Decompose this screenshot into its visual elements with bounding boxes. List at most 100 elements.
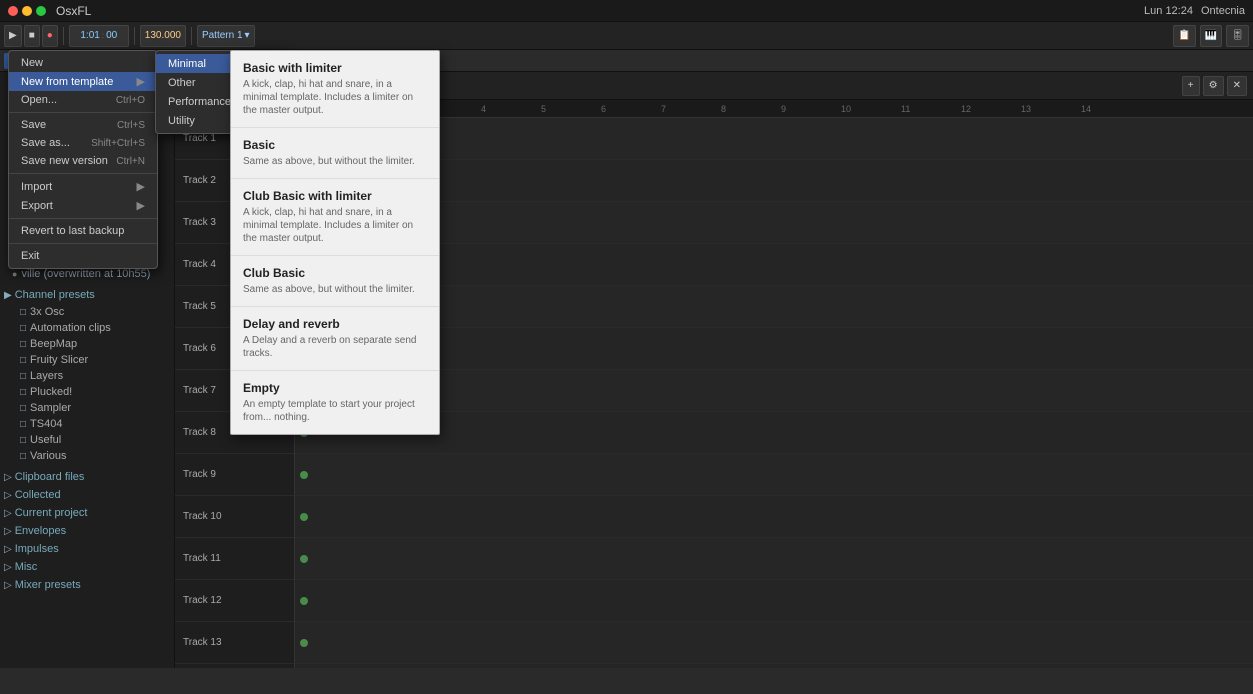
pattern-selector[interactable]: Pattern 1 ▾ [197,25,255,47]
playlist-close-btn[interactable]: ✕ [1227,76,1247,96]
tempo-display[interactable]: 1:01 : 00 [69,25,129,47]
template-title: Basic with limiter [243,61,427,75]
track-row-12[interactable] [295,580,1253,622]
playlist-controls: + ⚙ ✕ [1182,76,1247,96]
sidebar-item-sampler[interactable]: □ Sampler [0,400,174,416]
file-icon: □ [20,419,26,430]
track-row-13[interactable] [295,622,1253,664]
template-entry-club-basic-limiter[interactable]: Club Basic with limiter A kick, clap, hi… [231,179,439,256]
shortcut-label: Ctrl+N [116,156,145,167]
piano-roll-btn[interactable]: 🎹 [1200,25,1222,47]
sidebar-item-layers[interactable]: □ Layers [0,368,174,384]
track-name-13[interactable]: Track 13 [175,622,294,664]
template-entry-club-basic[interactable]: Club Basic Same as above, but without th… [231,256,439,307]
file-icon: □ [20,355,26,366]
user-name: Ontecnia [1201,5,1245,17]
sidebar-item-fruityslicer[interactable]: □ Fruity Slicer [0,352,174,368]
system-status: Lun 12:24 Ontecnia [1144,5,1245,17]
traffic-lights[interactable] [8,6,46,16]
envelopes-header[interactable]: ▷ Envelopes [0,522,174,540]
current-project-header[interactable]: ▷ Current project [0,504,174,522]
impulses-header[interactable]: ▷ Impulses [0,540,174,558]
sidebar-item-useful[interactable]: □ Useful [0,432,174,448]
track-name-14[interactable]: Track 14 [175,664,294,668]
file-icon: □ [20,451,26,462]
sidebar-item-various[interactable]: □ Various [0,448,174,464]
play-button[interactable]: ▶ [4,25,22,47]
sidebar-item-ts404[interactable]: □ TS404 [0,416,174,432]
file-icon: □ [20,403,26,414]
misc-header[interactable]: ▷ Misc [0,558,174,576]
menu-item-save-as[interactable]: Save as... Shift+Ctrl+S [9,134,157,152]
template-entry-empty[interactable]: Empty An empty template to start your pr… [231,371,439,434]
template-title: Club Basic [243,266,427,280]
template-entry-basic-with-limiter[interactable]: Basic with limiter A kick, clap, hi hat … [231,51,439,128]
ruler-mark: 11 [899,104,959,114]
shortcut-label: Shift+Ctrl+S [91,138,145,149]
file-icon: □ [20,435,26,446]
channel-presets-header[interactable]: ▶ Channel presets [0,286,174,304]
template-title: Club Basic with limiter [243,189,427,203]
file-icon: □ [20,387,26,398]
ruler-mark: 14 [1079,104,1139,114]
maximize-button[interactable] [36,6,46,16]
menu-item-export[interactable]: Export ▶ [9,196,157,215]
close-button[interactable] [8,6,18,16]
menu-item-save-new-version[interactable]: Save new version Ctrl+N [9,152,157,170]
folder-icon: ▷ [4,472,12,483]
ruler-mark: 6 [599,104,659,114]
ruler-mark: 5 [539,104,599,114]
arrow-icon: ▶ [137,75,145,88]
separator [9,218,157,219]
template-title: Empty [243,381,427,395]
collected-header[interactable]: ▷ Collected [0,486,174,504]
clipboard-files-header[interactable]: ▷ Clipboard files [0,468,174,486]
file-icon: □ [20,371,26,382]
track-name-9[interactable]: Track 9 [175,454,294,496]
tempo-bpm[interactable]: 130.000 [140,25,186,47]
folder-icon: ▶ [4,290,12,301]
menu-item-exit[interactable]: Exit [9,247,157,265]
template-entry-basic[interactable]: Basic Same as above, but without the lim… [231,128,439,179]
sidebar-item-beepmap[interactable]: □ BeepMap [0,336,174,352]
sidebar-item-3xosc[interactable]: □ 3x Osc [0,304,174,320]
time-display: Lun 12:24 [1144,5,1193,17]
playlist-add-btn[interactable]: + [1182,76,1200,96]
track-name-12[interactable]: Track 12 [175,580,294,622]
folder-icon: ▷ [4,490,12,501]
menu-item-save[interactable]: Save Ctrl+S [9,116,157,134]
sidebar-item-automation[interactable]: □ Automation clips [0,320,174,336]
file-icon: □ [20,323,26,334]
shortcut-label: Ctrl+O [116,95,145,106]
ruler-mark: 8 [719,104,779,114]
record-button[interactable]: ● [42,25,58,47]
track-row-11[interactable] [295,538,1253,580]
menu-item-open[interactable]: Open... Ctrl+O [9,91,157,109]
track-name-10[interactable]: Track 10 [175,496,294,538]
sidebar-item-plucked[interactable]: □ Plucked! [0,384,174,400]
menu-item-new-from-template[interactable]: New from template ▶ [9,72,157,91]
separator-2 [134,27,135,45]
file-menu-dropdown: New New from template ▶ Open... Ctrl+O S… [8,50,158,269]
ruler-mark: 12 [959,104,1019,114]
minimize-button[interactable] [22,6,32,16]
file-icon: □ [20,307,26,318]
menu-item-new[interactable]: New [9,54,157,72]
track-row-9[interactable] [295,454,1253,496]
arrow-icon: ▶ [137,180,145,193]
track-name-11[interactable]: Track 11 [175,538,294,580]
menu-item-import[interactable]: Import ▶ [9,177,157,196]
menu-item-revert[interactable]: Revert to last backup [9,222,157,240]
track-row-14[interactable] [295,664,1253,668]
stop-button[interactable]: ■ [24,25,40,47]
template-desc: A Delay and a reverb on separate send tr… [243,334,427,360]
template-entry-delay-reverb[interactable]: Delay and reverb A Delay and a reverb on… [231,307,439,371]
template-desc: An empty template to start your project … [243,398,427,424]
playlist-settings-btn[interactable]: ⚙ [1203,76,1224,96]
mixer-btn[interactable]: 🎚 [1226,25,1249,47]
playlist-btn[interactable]: 📋 [1173,25,1195,47]
folder-icon: ▷ [4,508,12,519]
ruler-mark: 9 [779,104,839,114]
mixer-presets-header[interactable]: ▷ Mixer presets [0,576,174,594]
track-row-10[interactable] [295,496,1253,538]
